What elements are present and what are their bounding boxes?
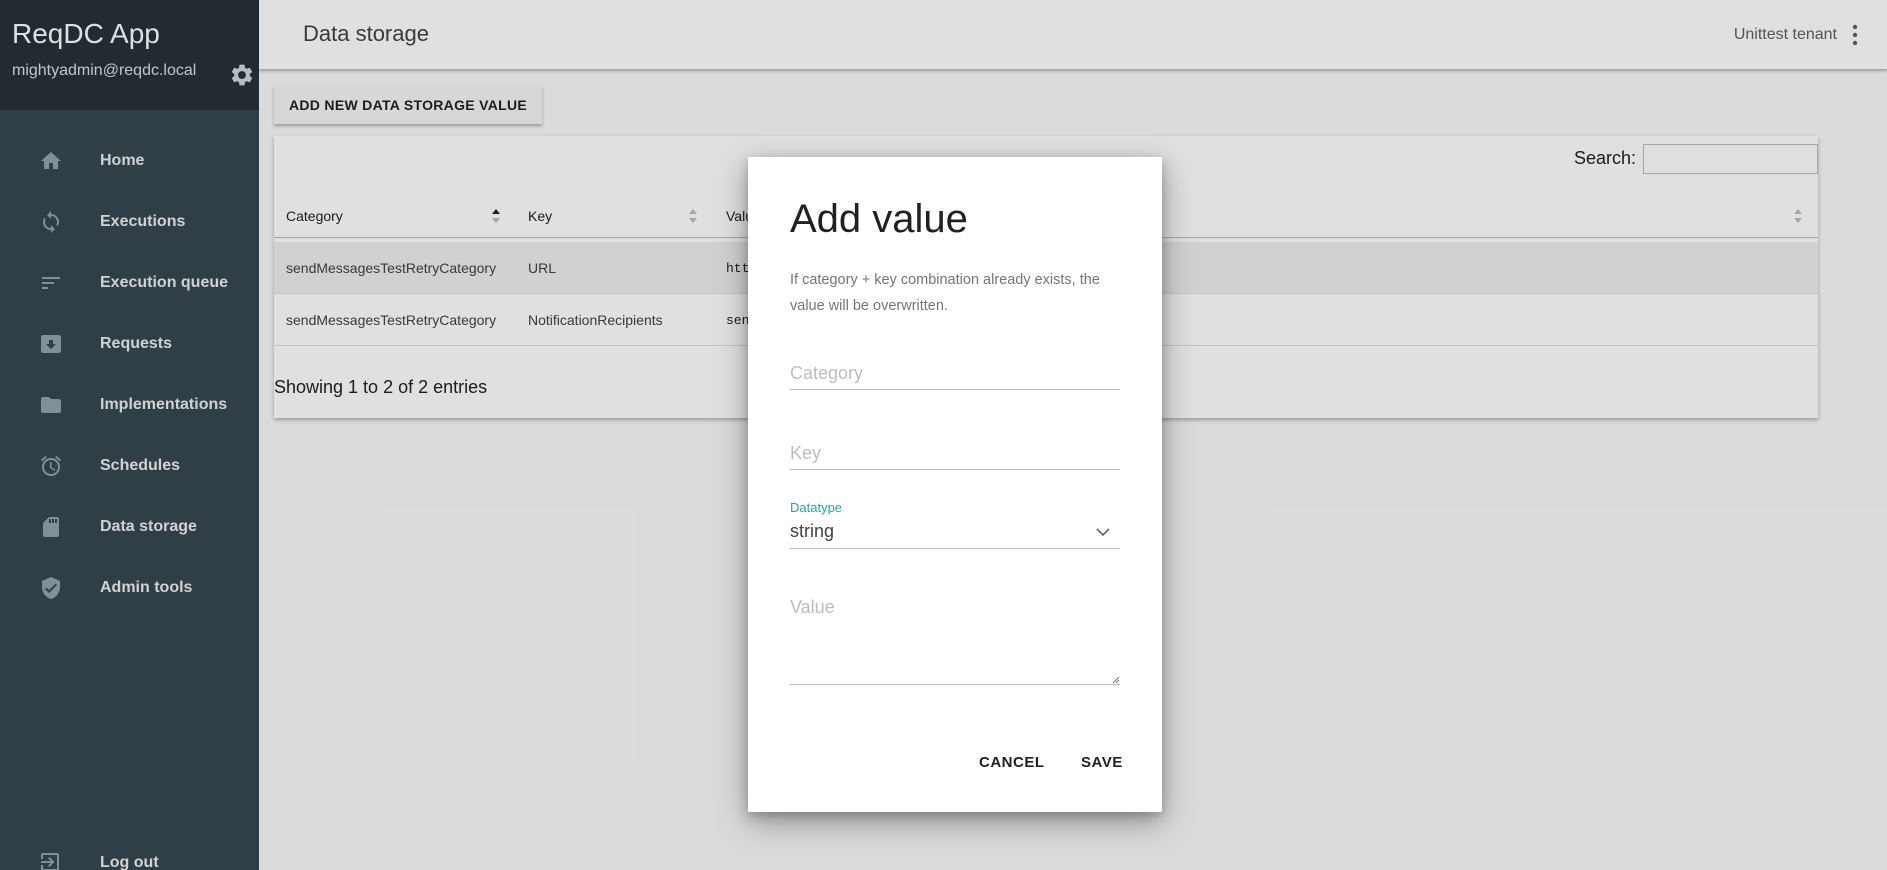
chevron-down-icon	[1096, 528, 1110, 537]
key-input[interactable]	[790, 437, 1120, 469]
key-field	[790, 437, 1120, 470]
save-button[interactable]: SAVE	[1081, 754, 1123, 771]
datatype-select[interactable]: string	[790, 519, 1120, 549]
value-field	[790, 597, 1120, 685]
category-input[interactable]	[790, 357, 1120, 389]
datatype-value: string	[790, 521, 835, 541]
resize-handle-icon[interactable]	[1110, 674, 1120, 684]
dialog-title: Add value	[790, 197, 968, 241]
value-textarea[interactable]	[790, 597, 1120, 683]
datatype-label: Datatype	[790, 500, 843, 515]
category-field	[790, 357, 1120, 390]
cancel-button[interactable]: CANCEL	[979, 754, 1045, 771]
add-value-dialog: Add value If category + key combination …	[748, 157, 1162, 812]
dialog-description: If category + key combination already ex…	[790, 272, 1100, 314]
